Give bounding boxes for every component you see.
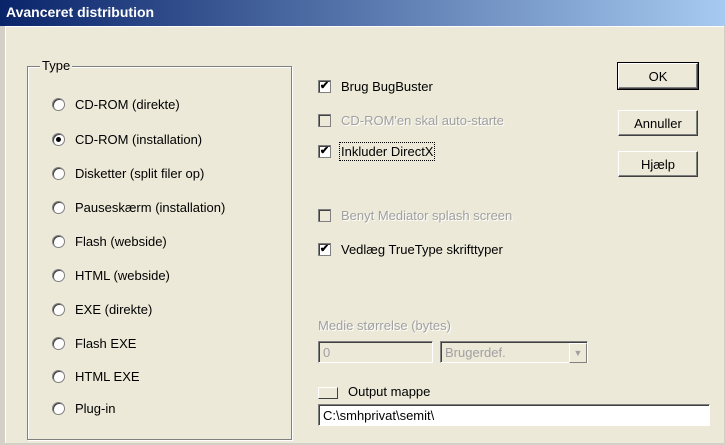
type-radio-option[interactable]: HTML EXE [52, 366, 140, 386]
radio-unchecked-icon [52, 336, 65, 350]
truetype-label: Vedlæg TrueType skrifttyper [341, 241, 503, 257]
type-radio-option[interactable]: Disketter (split filer op) [52, 163, 204, 183]
radio-unchecked-icon [52, 401, 65, 415]
check-icon: ✔ [318, 144, 331, 158]
type-radio-label: Flash EXE [75, 335, 137, 351]
directx-label: Inkluder DirectX [338, 141, 436, 161]
type-radio-label: CD-ROM (direkte) [75, 96, 180, 112]
truetype-checkbox[interactable]: ✔ Vedlæg TrueType skrifttyper [318, 239, 503, 259]
media-size-combo[interactable]: Brugerdef. [440, 341, 588, 363]
type-radio-option[interactable]: Flash EXE [52, 333, 136, 353]
check-icon: ✔ [318, 79, 331, 93]
type-radio-label: HTML EXE [75, 368, 140, 384]
radio-unchecked-icon [52, 166, 65, 180]
ok-button[interactable]: OK [617, 62, 699, 90]
mediator-splash-label: Benyt Mediator splash screen [341, 207, 513, 223]
type-radio-label: Plug-in [75, 400, 116, 416]
directx-checkbox[interactable]: ✔ Inkluder DirectX [318, 141, 436, 161]
type-radio-option[interactable]: Plug-in [52, 398, 115, 418]
media-size-input[interactable]: 0 [318, 341, 433, 363]
mediator-splash-checkbox[interactable]: Benyt Mediator splash screen [318, 205, 512, 225]
title-bar: Avanceret distribution [0, 0, 725, 26]
cancel-button[interactable]: Annuller [618, 110, 698, 136]
type-radio-label: Disketter (split filer op) [75, 165, 205, 181]
window-title: Avanceret distribution [6, 4, 155, 20]
bugbuster-checkbox[interactable]: ✔ Brug BugBuster [318, 76, 433, 96]
output-folder-label: Output mappe [348, 384, 431, 399]
type-radio-option[interactable]: EXE (direkte) [52, 299, 152, 319]
media-size-label: Medie størrelse (bytes) [318, 318, 451, 333]
radio-unchecked-icon [52, 369, 65, 383]
type-radio-label: Pauseskærm (installation) [75, 199, 226, 215]
type-radio-option[interactable]: Pauseskærm (installation) [52, 197, 225, 217]
radio-unchecked-icon [52, 234, 65, 248]
radio-checked-icon [52, 132, 65, 146]
type-radio-option[interactable]: CD-ROM (installation) [52, 129, 202, 149]
help-button[interactable]: Hjælp [618, 151, 698, 177]
output-folder-input[interactable]: C:\smhprivat\semit\ [318, 404, 710, 426]
radio-unchecked-icon [52, 302, 65, 316]
type-radio-label: HTML (webside) [75, 267, 170, 283]
check-icon: ✔ [318, 242, 331, 256]
type-radio-option[interactable]: CD-ROM (direkte) [52, 94, 180, 114]
media-size-combo-value: Brugerdef. [445, 345, 506, 360]
chevron-down-icon[interactable]: ▼ [569, 343, 587, 363]
type-radio-option[interactable]: Flash (webside) [52, 231, 167, 251]
radio-unchecked-icon [52, 268, 65, 282]
type-radio-label: CD-ROM (installation) [75, 131, 203, 147]
bugbuster-label: Brug BugBuster [341, 78, 433, 94]
type-radio-option[interactable]: HTML (webside) [52, 265, 170, 285]
radio-unchecked-icon [52, 200, 65, 214]
radio-unchecked-icon [52, 97, 65, 111]
type-group-label: Type [40, 58, 73, 73]
type-radio-label: EXE (direkte) [75, 301, 153, 317]
autostart-label: CD-ROM'en skal auto-starte [341, 112, 504, 128]
output-folder-button[interactable] [318, 387, 338, 399]
type-radio-label: Flash (webside) [75, 233, 167, 249]
autostart-checkbox[interactable]: CD-ROM'en skal auto-starte [318, 110, 504, 130]
